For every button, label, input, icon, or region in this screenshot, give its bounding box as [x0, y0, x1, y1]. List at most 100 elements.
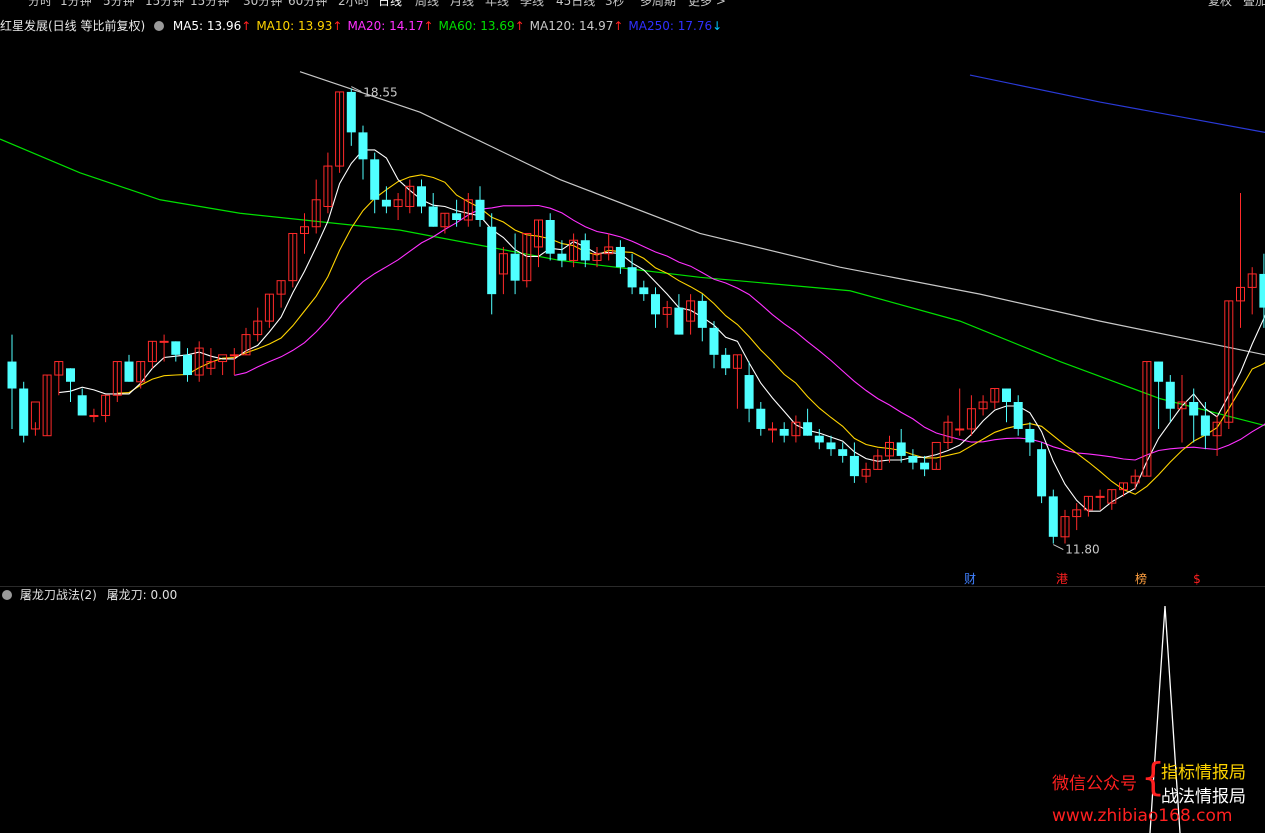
toolbar-button[interactable]: 叠加: [1243, 0, 1265, 7]
arrow-up-icon: ↑: [241, 19, 252, 33]
candle-body-down: [709, 327, 719, 355]
event-marker: $: [1193, 572, 1201, 586]
candle-body-down: [428, 206, 438, 227]
ma-legend: 红星发展(日线 等比前复权) MA5: 13.96↑ MA10: 13.93↑ MA…: [0, 17, 732, 35]
candle-body-down: [896, 442, 906, 456]
period-tab[interactable]: 30分钟: [243, 0, 282, 7]
period-tab[interactable]: 45日线: [556, 0, 595, 7]
candle-body-up: [768, 428, 777, 431]
candle-body-down: [370, 159, 380, 200]
candle-body-down: [721, 354, 731, 369]
period-tab[interactable]: 15分钟: [145, 0, 184, 7]
ma-legend-label: MA60: 13.69: [438, 19, 515, 33]
high-label: 18.55: [363, 86, 397, 100]
candle-body-down: [580, 240, 590, 261]
ma5-line: [58, 149, 1265, 512]
event-marker: 港: [1056, 572, 1068, 586]
watermark-line1: 指标情报局: [1161, 763, 1246, 783]
low-marker: [1053, 544, 1064, 551]
period-tab[interactable]: 年线: [485, 0, 509, 7]
ma-legend-label: MA120: 14.97: [529, 19, 614, 33]
candle-body-down: [908, 455, 918, 463]
candle-body-down: [358, 132, 368, 160]
indicator-value: 屠龙刀: 0.00: [106, 588, 178, 602]
candle-body-down: [615, 246, 625, 268]
candle-body-down: [124, 361, 134, 382]
candle-body-down: [744, 375, 754, 409]
candle-body-down: [1259, 273, 1265, 308]
candle-body-up: [1095, 495, 1105, 498]
candle-body-down: [826, 442, 836, 450]
candle-body-down: [19, 388, 29, 436]
candle-body-down: [674, 307, 684, 335]
event-marker: 榜: [1135, 571, 1147, 586]
watermark-line2: 战法情报局: [1161, 787, 1246, 807]
period-tab[interactable]: 60分钟: [288, 0, 327, 7]
candle-body-down: [1002, 388, 1011, 402]
settings-circle-icon[interactable]: [154, 21, 165, 31]
candle-body-down: [1165, 381, 1175, 409]
candle-body-down: [510, 253, 520, 281]
arrow-down-icon: ↓: [712, 19, 723, 33]
candle-body-down: [1154, 361, 1164, 382]
candle-body-down: [381, 199, 391, 207]
period-tab[interactable]: 日线: [378, 0, 402, 7]
candle-body-up: [229, 354, 239, 357]
ma-legend-label: MA250: 17.76: [628, 19, 713, 33]
candle-body-down: [920, 462, 930, 470]
candle-body-down: [417, 186, 426, 207]
candle-body-down: [545, 220, 555, 254]
candle-body-down: [1013, 402, 1023, 429]
candle-body-down: [452, 213, 462, 220]
period-toolbar: 分时 1分钟 5分钟 15分钟 15分钟 30分钟 60分钟 2小时 日线 周线 月线 年线 季线 45日…: [0, 0, 1265, 14]
indicator-settings-icon[interactable]: [2, 590, 12, 600]
period-tab[interactable]: 更多 >: [688, 0, 726, 7]
ma-legend-item: MA250: 17.76↓: [628, 19, 722, 33]
arrow-up-icon: ↑: [613, 19, 624, 33]
ma-legend-item: MA60: 13.69↑: [439, 19, 525, 33]
period-tab[interactable]: 3秒: [605, 0, 625, 7]
candle-body-down: [183, 354, 192, 376]
candle-body-down: [1048, 496, 1058, 537]
candle-body-down: [838, 449, 848, 456]
candle-body-down: [7, 361, 17, 389]
ma-legend-item: MA5: 13.96↑: [173, 19, 251, 33]
period-tab[interactable]: 1分钟: [60, 0, 92, 7]
candle-body-down: [487, 226, 497, 295]
candle-body-down: [346, 91, 356, 133]
period-tab[interactable]: 月线: [450, 0, 474, 7]
candle-body-down: [1200, 415, 1210, 436]
panel-separator: [0, 586, 1265, 587]
candle-body-down: [779, 428, 789, 436]
arrow-up-icon: ↑: [514, 19, 525, 33]
ma-legend-item: MA120: 14.97↑: [530, 19, 624, 33]
candle-body-down: [557, 253, 567, 261]
period-tab[interactable]: 多周期: [640, 0, 676, 7]
watermark-url: www.zhibiao168.com: [1052, 806, 1233, 826]
candle-body-up: [955, 428, 965, 431]
candle-body-down: [627, 267, 637, 288]
candle-body-down: [639, 287, 649, 295]
candle-body-up: [159, 340, 169, 343]
candle-body-down: [803, 422, 813, 436]
ma-legend-item: MA20: 14.17↑: [347, 19, 433, 33]
period-tab[interactable]: 季线: [520, 0, 544, 7]
event-marker: 财: [964, 572, 976, 586]
period-tab[interactable]: 分时: [28, 0, 52, 7]
candle-body-down: [475, 199, 485, 220]
ma10-line: [117, 174, 1265, 495]
candle-body-down: [756, 408, 766, 429]
arrow-up-icon: ↑: [332, 19, 343, 33]
indicator-name: 屠龙刀战法(2): [19, 588, 97, 602]
period-tab[interactable]: 5分钟: [103, 0, 135, 7]
period-tab[interactable]: 2小时: [338, 0, 370, 7]
toolbar-button[interactable]: 复权: [1208, 0, 1232, 7]
candlestick-chart[interactable]: 18.55 11.80 财 港 榜 $: [0, 0, 1265, 833]
watermark-wechat: 微信公众号: [1052, 774, 1137, 794]
period-tab[interactable]: 15分钟: [190, 0, 229, 7]
ma-legend-item: MA10: 13.93↑: [256, 19, 342, 33]
indicator-legend: 屠龙刀战法(2) 屠龙刀: 0.00: [2, 587, 177, 603]
candle-body-down: [1025, 428, 1035, 443]
period-tab[interactable]: 周线: [415, 0, 439, 7]
arrow-up-icon: ↑: [423, 19, 434, 33]
